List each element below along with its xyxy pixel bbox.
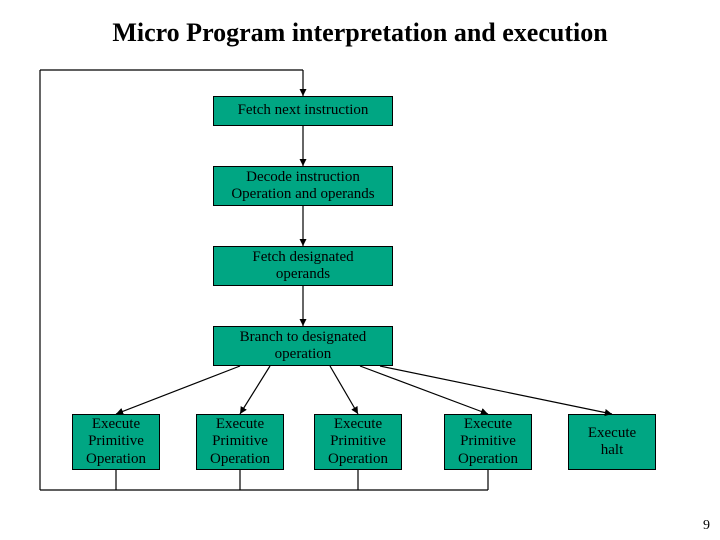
page-number: 9 (703, 518, 710, 534)
diagram-connectors (0, 0, 720, 540)
diagram-canvas: Micro Program interpretation and executi… (0, 0, 720, 540)
